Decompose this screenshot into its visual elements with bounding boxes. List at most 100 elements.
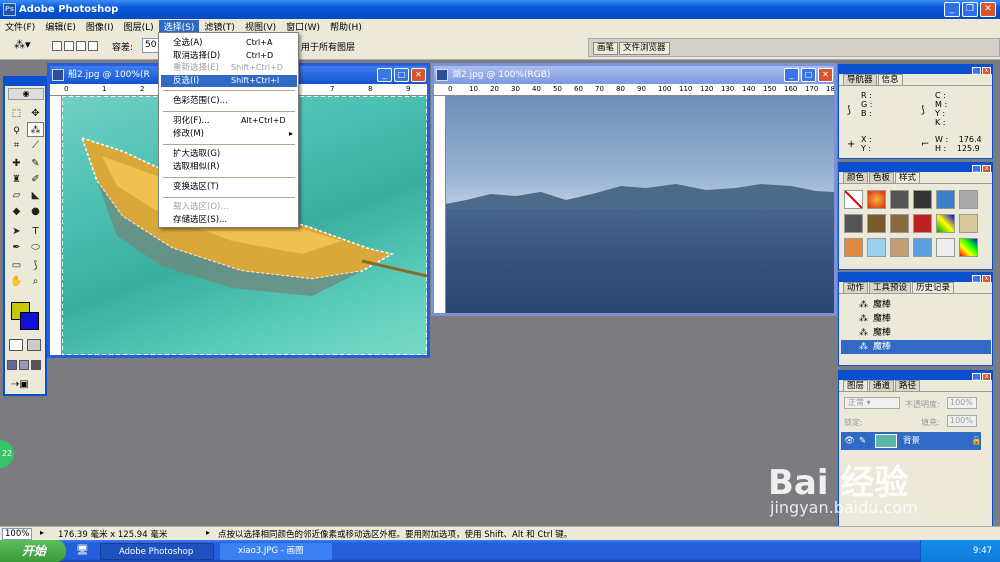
style-swatch[interactable]: [890, 214, 909, 233]
style-swatch[interactable]: [913, 238, 932, 257]
style-swatch[interactable]: [959, 214, 978, 233]
document-title-bar[interactable]: 湖2.jpg @ 100%(RGB) _ □ ✕: [434, 66, 834, 84]
add-selection-icon[interactable]: [64, 41, 74, 51]
notes-tool-icon[interactable]: ▭: [8, 258, 25, 273]
screen-mode-2-icon[interactable]: [19, 360, 29, 370]
history-item[interactable]: ⁂ 魔棒: [841, 326, 991, 340]
palette-minimize-button[interactable]: _: [972, 373, 981, 381]
quick-mask-icon[interactable]: [27, 339, 41, 351]
palette-minimize-button[interactable]: _: [972, 165, 981, 173]
tab-swatches[interactable]: 色板: [869, 172, 895, 183]
history-brush-icon[interactable]: ✐: [27, 172, 44, 187]
move-tool-icon[interactable]: ✥: [27, 106, 44, 121]
menu-item-save-selection[interactable]: 存储选区(S)...: [161, 214, 297, 226]
eyedropper-tool-icon[interactable]: ⟆: [27, 258, 44, 273]
menu-item-similar[interactable]: 选取相似(R): [161, 161, 297, 173]
well-tab-file-browser[interactable]: 文件浏览器: [619, 42, 670, 55]
style-swatch-none[interactable]: [844, 190, 863, 209]
new-selection-icon[interactable]: [52, 41, 62, 51]
well-tab-brushes[interactable]: 画笔: [593, 42, 619, 55]
menu-layer[interactable]: 图层(L): [119, 20, 159, 33]
blur-tool-icon[interactable]: ◆: [8, 204, 25, 219]
menu-help[interactable]: 帮助(H): [325, 20, 367, 33]
background-color-swatch[interactable]: [20, 312, 39, 330]
type-tool-icon[interactable]: T: [27, 224, 44, 239]
close-button[interactable]: ✕: [980, 2, 996, 17]
tab-color[interactable]: 颜色: [843, 172, 869, 183]
start-button[interactable]: 开始: [0, 540, 66, 562]
palette-close-button[interactable]: x: [982, 67, 991, 75]
palette-header[interactable]: _ x: [839, 65, 992, 75]
slice-tool-icon[interactable]: ⟋: [27, 138, 44, 153]
intersect-selection-icon[interactable]: [88, 41, 98, 51]
menu-item-transform-selection[interactable]: 变换选区(T): [161, 181, 297, 193]
marquee-tool-icon[interactable]: ⬚: [8, 106, 25, 121]
menu-item-grow[interactable]: 扩大选取(G): [161, 148, 297, 160]
brush-tool-icon[interactable]: ✎: [27, 156, 44, 171]
toolbox-header[interactable]: [5, 78, 45, 86]
path-select-icon[interactable]: ➤: [8, 224, 25, 239]
history-item-current[interactable]: ⁂ 魔棒: [841, 340, 991, 354]
lasso-tool-icon[interactable]: ϙ: [8, 122, 25, 137]
shape-tool-icon[interactable]: ⬭: [27, 240, 44, 255]
bucket-tool-icon[interactable]: ◣: [27, 188, 44, 203]
tab-styles[interactable]: 样式: [895, 172, 921, 183]
style-swatch[interactable]: [913, 190, 932, 209]
zoom-input[interactable]: 100%: [2, 528, 32, 540]
tab-info[interactable]: 信息: [877, 74, 903, 85]
menu-file[interactable]: 文件(F): [0, 20, 40, 33]
crop-tool-icon[interactable]: ⌗: [8, 138, 25, 153]
style-swatch[interactable]: [959, 190, 978, 209]
palette-close-button[interactable]: x: [982, 165, 991, 173]
tab-channels[interactable]: 通道: [869, 380, 895, 391]
dodge-tool-icon[interactable]: ●: [27, 204, 44, 219]
menu-image[interactable]: 图像(I): [81, 20, 119, 33]
blend-mode-select[interactable]: 正常 ▾: [844, 397, 900, 409]
pen-tool-icon[interactable]: ✒: [8, 240, 25, 255]
palette-close-button[interactable]: x: [982, 373, 991, 381]
use-all-layers-checkbox[interactable]: 用于所有图层: [290, 40, 355, 53]
menu-item-select-all[interactable]: 全选(A) Ctrl+A: [161, 37, 297, 49]
document-window-lake[interactable]: 湖2.jpg @ 100%(RGB) _ □ ✕ 0 10 20 30 40 50 60 70…: [431, 63, 837, 316]
doc-minimize-button[interactable]: _: [377, 68, 392, 82]
doc-close-button[interactable]: ✕: [411, 68, 426, 82]
layer-row-background[interactable]: 👁 ✎ 背景 🔒: [841, 432, 982, 450]
style-swatch[interactable]: [867, 238, 886, 257]
history-item[interactable]: ⁂ 魔棒: [841, 312, 991, 326]
style-swatch[interactable]: [867, 190, 886, 209]
style-swatch[interactable]: [936, 214, 955, 233]
minimize-button[interactable]: _: [944, 2, 960, 17]
doc-minimize-button[interactable]: _: [784, 68, 799, 82]
style-swatch[interactable]: [959, 238, 978, 257]
screen-mode-1-icon[interactable]: [7, 360, 17, 370]
palette-header[interactable]: _ x: [839, 163, 992, 173]
menu-edit[interactable]: 编辑(E): [40, 20, 81, 33]
tab-navigator[interactable]: 导航器: [843, 74, 877, 85]
tab-actions[interactable]: 动作: [843, 282, 869, 293]
tab-tool-presets[interactable]: 工具预设: [869, 282, 912, 293]
eraser-tool-icon[interactable]: ▱: [8, 188, 25, 203]
style-swatch[interactable]: [890, 190, 909, 209]
magic-wand-tool-icon[interactable]: ⁂: [27, 122, 44, 137]
menu-item-deselect[interactable]: 取消选择(D) Ctrl+D: [161, 50, 297, 62]
palette-header[interactable]: _ x: [839, 371, 992, 381]
menu-item-inverse[interactable]: 反选(I) Shift+Ctrl+I: [161, 75, 297, 87]
style-swatch[interactable]: [936, 190, 955, 209]
standard-mode-icon[interactable]: [9, 339, 23, 351]
hand-tool-icon[interactable]: ✋: [8, 274, 25, 289]
taskbar-item-paint[interactable]: xiao3.JPG - 画图: [220, 543, 332, 560]
floating-badge[interactable]: 22: [0, 440, 14, 468]
tab-history[interactable]: 历史记录: [912, 282, 955, 293]
visibility-eye-icon[interactable]: 👁: [844, 432, 855, 450]
restore-button[interactable]: ❐: [962, 2, 978, 17]
palette-minimize-button[interactable]: _: [972, 275, 981, 283]
style-swatch[interactable]: [844, 214, 863, 233]
opacity-input[interactable]: 100%: [947, 397, 977, 409]
healing-tool-icon[interactable]: ✚: [8, 156, 25, 171]
tab-paths[interactable]: 路径: [895, 380, 921, 391]
history-item[interactable]: ⁂ 魔棒: [841, 298, 991, 312]
fill-input[interactable]: 100%: [947, 415, 977, 427]
doc-maximize-button[interactable]: □: [394, 68, 409, 82]
tab-layers[interactable]: 图层: [843, 380, 869, 391]
lake-image[interactable]: [446, 96, 834, 313]
